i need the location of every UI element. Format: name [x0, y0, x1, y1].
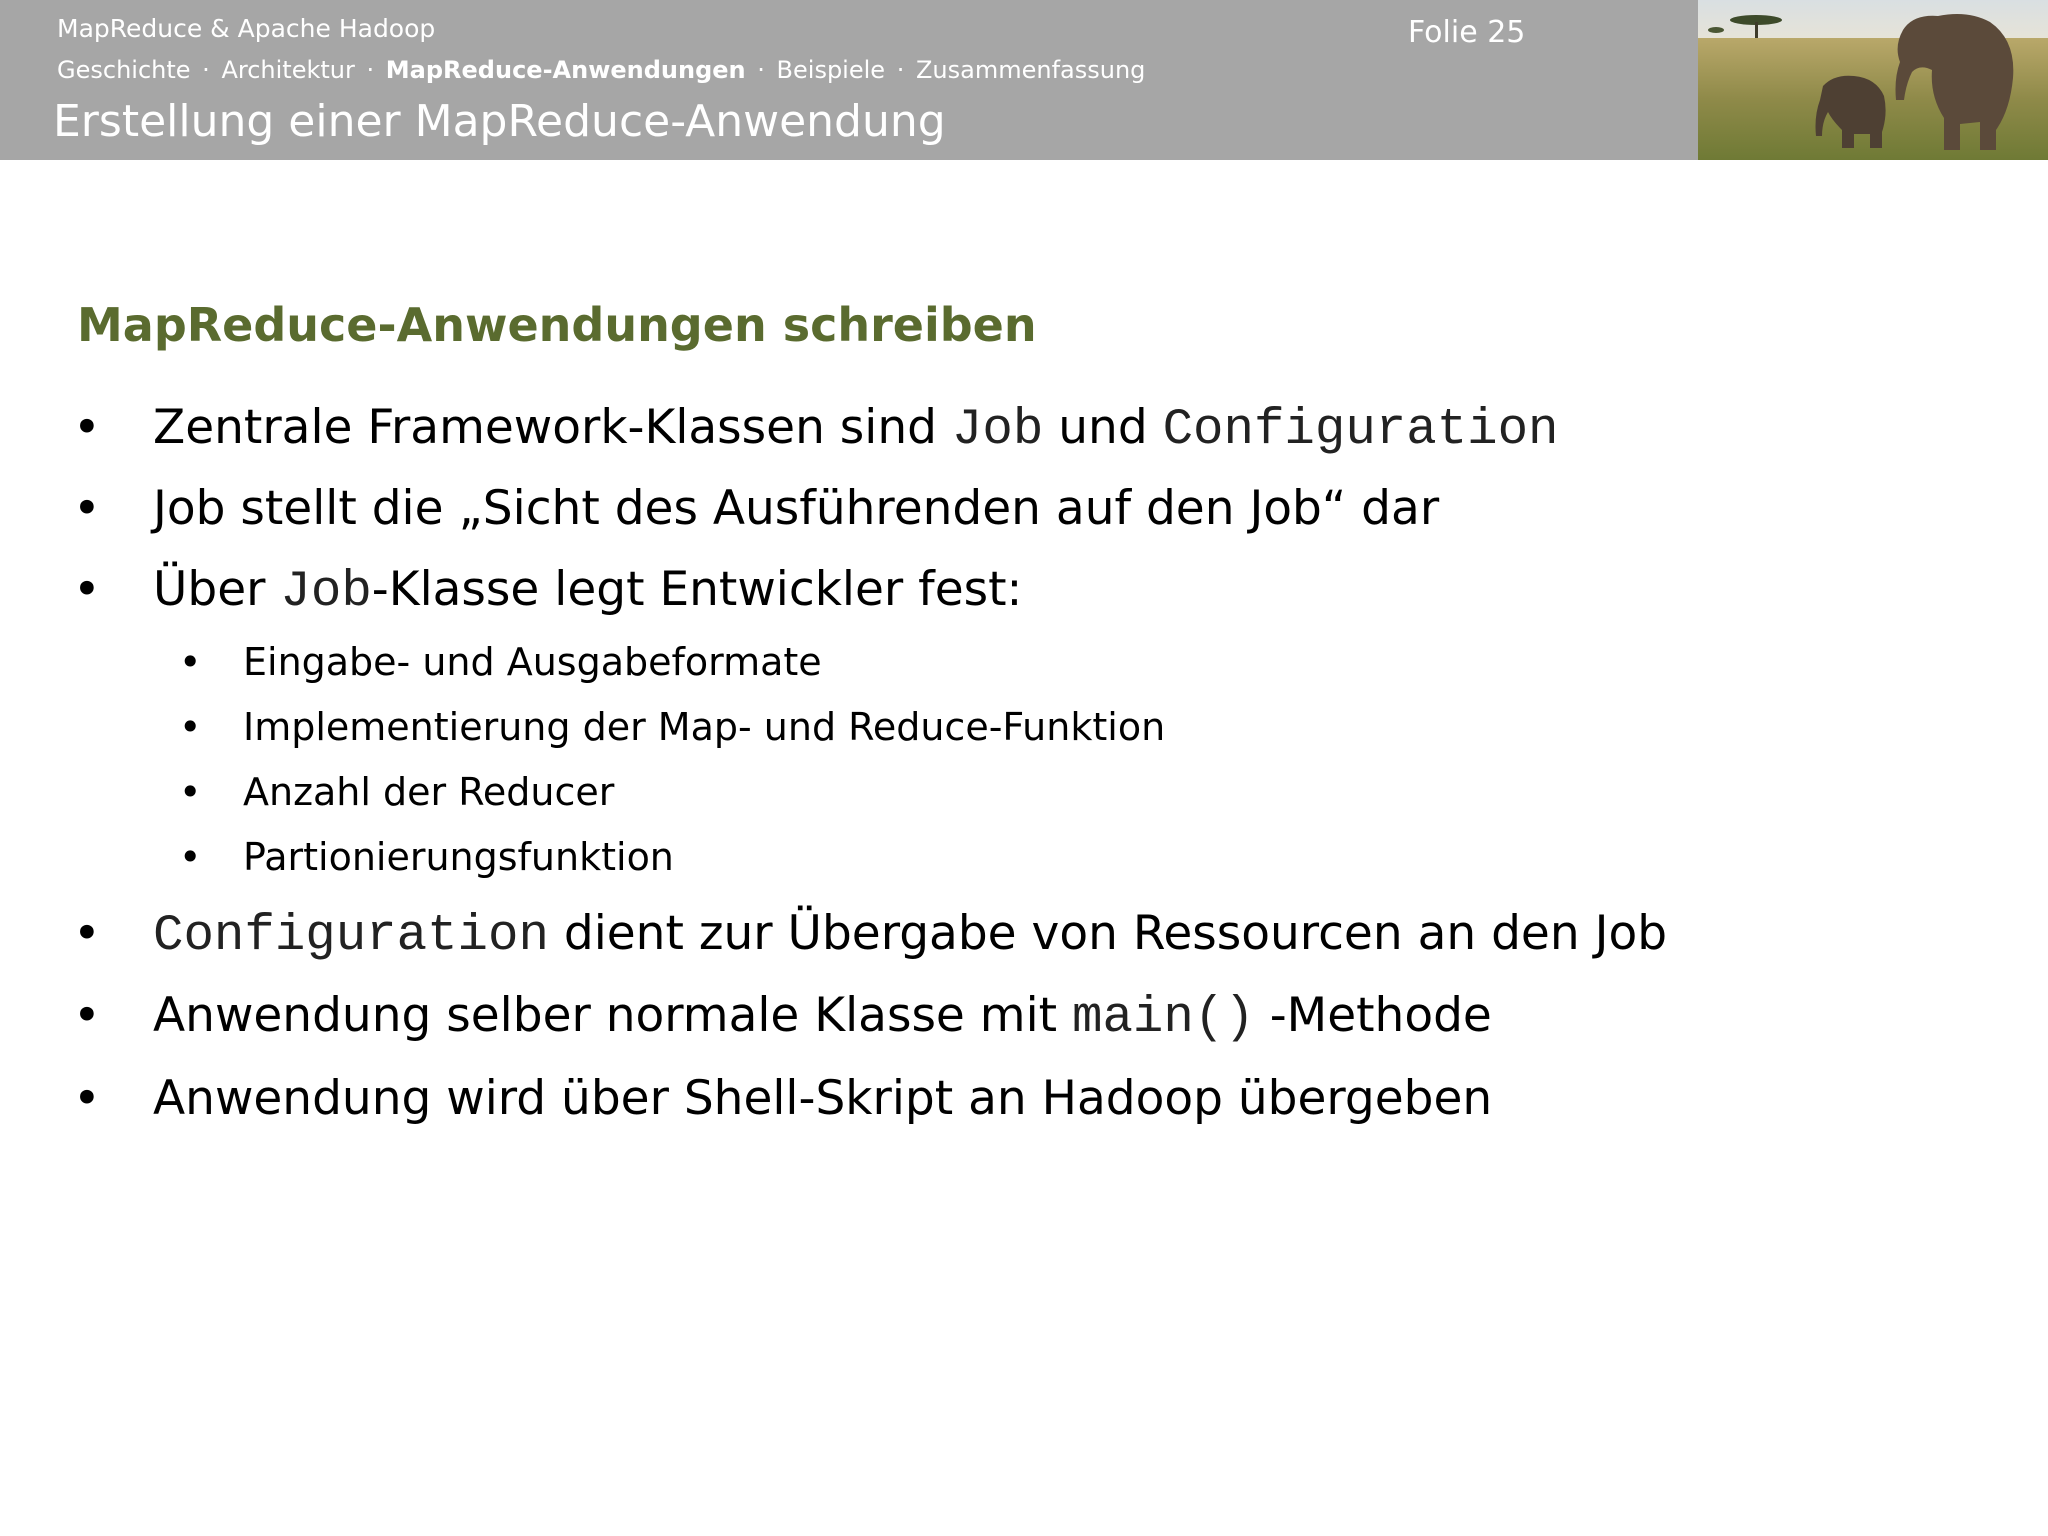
list-item: • Zentrale Framework-Klassen sind Job un… [73, 400, 1559, 459]
breadcrumb-separator: · [366, 56, 375, 84]
sub-list-item: • Implementierung der Map- und Reduce-Fu… [179, 705, 1166, 749]
breadcrumb-item-geschichte[interactable]: Geschichte [57, 56, 191, 84]
sub-list-item: • Eingabe- und Ausgabeformate [179, 640, 822, 684]
bullet-marker: • [179, 835, 202, 879]
bullet-marker: • [73, 400, 101, 455]
list-item: • Configuration dient zur Übergabe von R… [73, 906, 1668, 965]
breadcrumb-separator: · [757, 56, 765, 84]
breadcrumb-item-architektur[interactable]: Architektur [221, 56, 354, 84]
code-configuration: Configuration [1162, 402, 1559, 459]
code-configuration: Configuration [153, 908, 549, 965]
list-item: • Anwendung selber normale Klasse mit ma… [73, 988, 1492, 1047]
bullet-marker: • [73, 988, 101, 1043]
list-item: • Über Job-Klasse legt Entwickler fest: [73, 562, 1023, 621]
list-item: • Job stellt die „Sicht des Ausführenden… [73, 481, 1440, 536]
elephants-savanna-photo [1698, 0, 2048, 160]
course-title: MapReduce & Apache Hadoop [57, 14, 436, 43]
sub-list-item: • Anzahl der Reducer [179, 770, 615, 814]
breadcrumb-item-mapreduce-anwendungen[interactable]: MapReduce-Anwendungen [386, 56, 746, 84]
bullet-marker: • [179, 640, 202, 684]
slide-title: Erstellung einer MapReduce-Anwendung [53, 96, 946, 147]
breadcrumb: Geschichte · Architektur · MapReduce-Anw… [57, 56, 1145, 84]
bullet-marker: • [73, 562, 101, 617]
slide-header: MapReduce & Apache Hadoop Geschichte · A… [0, 0, 1698, 160]
code-job: Job [951, 402, 1044, 459]
bullet-marker: • [179, 770, 202, 814]
code-main: main() [1072, 990, 1255, 1047]
breadcrumb-separator: · [896, 56, 905, 84]
breadcrumb-item-beispiele[interactable]: Beispiele [777, 56, 886, 84]
list-item: • Anwendung wird über Shell-Skript an Ha… [73, 1071, 1493, 1126]
slide-number: Folie 25 [1408, 15, 1526, 50]
code-job: Job [280, 564, 372, 621]
bullet-marker: • [179, 705, 202, 749]
sub-list-item: • Partionierungsfunktion [179, 835, 674, 879]
section-heading: MapReduce-Anwendungen schreiben [77, 298, 1037, 352]
breadcrumb-item-zusammenfassung[interactable]: Zusammenfassung [916, 56, 1145, 84]
breadcrumb-separator: · [202, 56, 210, 84]
bullet-marker: • [73, 481, 101, 536]
bullet-marker: • [73, 1071, 101, 1126]
bullet-marker: • [73, 906, 101, 961]
